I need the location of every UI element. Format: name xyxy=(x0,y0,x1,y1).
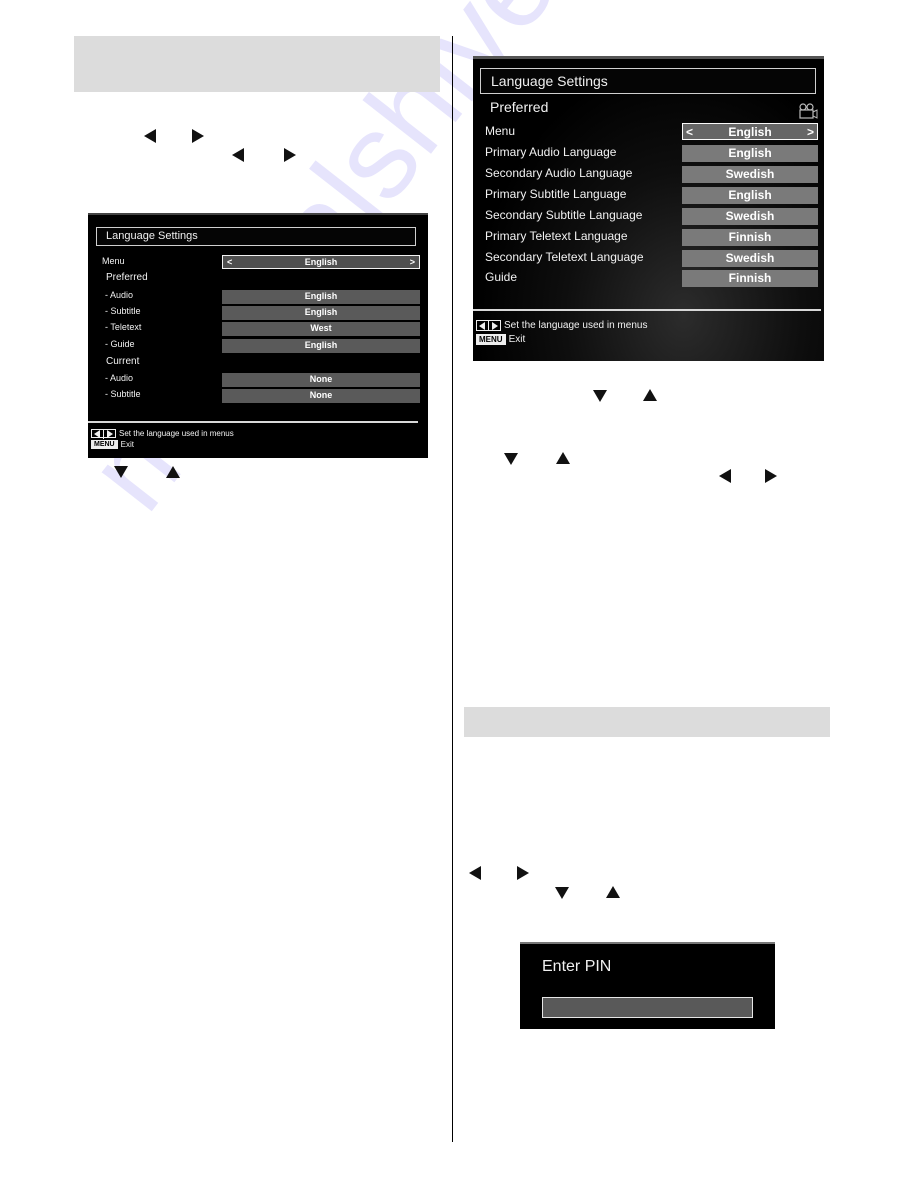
section-header-bar xyxy=(464,707,830,737)
footer-exit-row: MENU Exit xyxy=(476,334,525,345)
right-arrow-icon xyxy=(765,469,777,483)
primary-subtitle-language-label: Primary Subtitle Language xyxy=(485,187,627,201)
menu-language-selector[interactable]: < English > xyxy=(222,255,420,269)
secondary-subtitle-language-value[interactable]: Swedish xyxy=(682,208,818,225)
guide-language-value[interactable]: Finnish xyxy=(682,270,818,287)
language-settings-screen-small: Language Settings Menu < English > Prefe… xyxy=(88,213,428,458)
menu-language-selector[interactable]: < English > xyxy=(682,123,818,140)
down-arrow-icon xyxy=(555,887,569,899)
down-arrow-icon xyxy=(114,466,128,478)
preferred-heading: Preferred xyxy=(490,99,549,115)
up-arrow-icon xyxy=(606,886,620,898)
up-arrow-icon xyxy=(643,389,657,401)
primary-audio-language-value[interactable]: English xyxy=(682,145,818,162)
secondary-teletext-language-value[interactable]: Swedish xyxy=(682,250,818,267)
menu-language-value: English xyxy=(304,257,338,267)
footer-hint-row: Set the language used in menus xyxy=(91,428,234,439)
language-settings-screen-large: Language Settings Preferred Menu < Engli… xyxy=(473,56,824,361)
up-arrow-icon xyxy=(166,466,180,478)
footer-separator xyxy=(473,309,821,311)
current-subtitle-value: None xyxy=(222,389,420,403)
footer-exit: Exit xyxy=(508,334,526,345)
menu-label: Menu xyxy=(485,124,516,138)
chevron-right-icon[interactable]: > xyxy=(410,256,415,269)
menu-key-icon: MENU xyxy=(476,334,506,345)
osd-title: Language Settings xyxy=(96,227,416,246)
right-arrow-icon xyxy=(284,148,296,162)
guide-language-label: Guide xyxy=(485,270,518,284)
preferred-audio-value[interactable]: English xyxy=(222,290,420,304)
footer-hint: Set the language used in menus xyxy=(119,429,234,438)
left-right-key-icon xyxy=(476,320,501,331)
enter-pin-dialog: Enter PIN xyxy=(520,942,775,1029)
footer-hint-row: Set the language used in menus xyxy=(476,320,647,331)
left-arrow-icon xyxy=(232,148,244,162)
down-arrow-icon xyxy=(504,453,518,465)
current-heading: Current xyxy=(106,356,140,367)
footer-hint: Set the language used in menus xyxy=(504,320,648,331)
preferred-heading: Preferred xyxy=(106,272,148,283)
primary-subtitle-language-value[interactable]: English xyxy=(682,187,818,204)
secondary-audio-language-label: Secondary Audio Language xyxy=(485,166,633,180)
pin-input[interactable] xyxy=(542,997,753,1018)
left-arrow-icon xyxy=(719,469,731,483)
current-subtitle-label: - Subtitle xyxy=(105,389,141,399)
column-divider xyxy=(452,36,453,1142)
preferred-subtitle-value[interactable]: English xyxy=(222,306,420,320)
preferred-guide-label: - Guide xyxy=(105,339,135,349)
chevron-right-icon[interactable]: > xyxy=(807,124,814,140)
left-right-key-icon xyxy=(91,428,116,439)
up-arrow-icon xyxy=(556,452,570,464)
left-arrow-icon xyxy=(144,129,156,143)
chevron-left-icon[interactable]: < xyxy=(686,124,693,140)
current-audio-label: - Audio xyxy=(105,373,134,383)
right-arrow-icon xyxy=(192,129,204,143)
menu-language-value: English xyxy=(728,125,772,139)
secondary-teletext-language-label: Secondary Teletext Language xyxy=(485,250,644,264)
footer-exit: Exit xyxy=(120,440,134,449)
camera-icon xyxy=(799,103,818,119)
left-arrow-icon xyxy=(469,866,481,880)
right-arrow-icon xyxy=(517,866,529,880)
primary-teletext-language-label: Primary Teletext Language xyxy=(485,229,628,243)
section-header-bar xyxy=(74,36,440,92)
preferred-teletext-label: - Teletext xyxy=(105,322,142,332)
footer-exit-row: MENU Exit xyxy=(91,440,134,449)
chevron-left-icon[interactable]: < xyxy=(227,256,232,269)
secondary-audio-language-value[interactable]: Swedish xyxy=(682,166,818,183)
preferred-teletext-value[interactable]: West xyxy=(222,322,420,336)
preferred-subtitle-label: - Subtitle xyxy=(105,306,141,316)
secondary-subtitle-language-label: Secondary Subtitle Language xyxy=(485,208,643,222)
preferred-audio-label: - Audio xyxy=(105,290,134,300)
osd-title: Language Settings xyxy=(480,68,816,94)
footer-separator xyxy=(88,421,418,423)
preferred-guide-value[interactable]: English xyxy=(222,339,420,353)
menu-key-icon: MENU xyxy=(91,440,118,449)
current-audio-value: None xyxy=(222,373,420,387)
primary-teletext-language-value[interactable]: Finnish xyxy=(682,229,818,246)
menu-label: Menu xyxy=(102,256,125,266)
down-arrow-icon xyxy=(593,390,607,402)
primary-audio-language-label: Primary Audio Language xyxy=(485,145,617,159)
pin-title: Enter PIN xyxy=(542,958,612,975)
